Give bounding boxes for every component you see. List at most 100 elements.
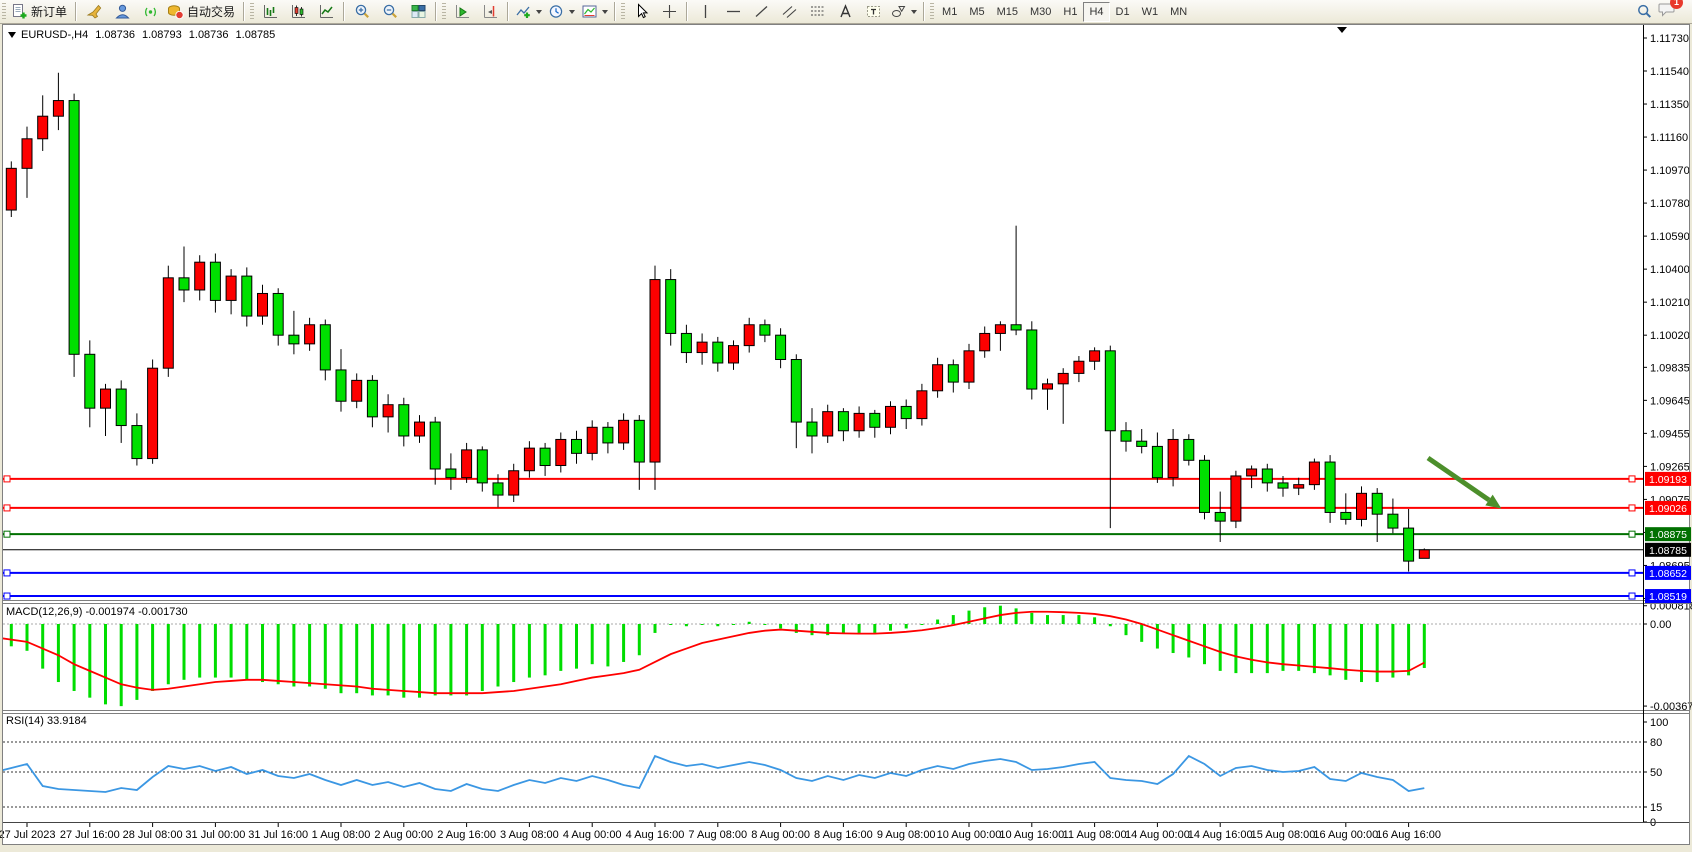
- svg-text:28 Jul 08:00: 28 Jul 08:00: [123, 829, 183, 841]
- svg-text:11 Aug 08:00: 11 Aug 08:00: [1063, 829, 1127, 841]
- timeframe-button-m5[interactable]: M5: [963, 2, 990, 22]
- svg-text:1.09835: 1.09835: [1650, 362, 1690, 374]
- bar-chart-button[interactable]: [256, 1, 284, 23]
- toolbar-separator: [507, 2, 509, 21]
- text-label-tool-button[interactable]: [859, 1, 887, 23]
- timeframe-button-m1[interactable]: M1: [936, 2, 963, 22]
- auto-scroll-button[interactable]: [448, 1, 476, 23]
- svg-text:1.11350: 1.11350: [1650, 99, 1689, 111]
- line-chart-button[interactable]: [312, 1, 340, 23]
- dropdown-arrow-icon: [911, 10, 917, 14]
- svg-text:3 Aug 08:00: 3 Aug 08:00: [500, 829, 559, 841]
- new-order-button[interactable]: 新订单: [8, 1, 72, 23]
- candlestick-chart-icon: [290, 3, 307, 20]
- person-icon: [114, 3, 131, 20]
- channel-tool-button[interactable]: [775, 1, 803, 23]
- svg-text:14 Aug 16:00: 14 Aug 16:00: [1188, 829, 1253, 841]
- svg-text:2 Aug 16:00: 2 Aug 16:00: [437, 829, 496, 841]
- profiles-button[interactable]: [108, 1, 136, 23]
- crosshair-tool-button[interactable]: [655, 1, 683, 23]
- vertical-line-tool-button[interactable]: [691, 1, 719, 23]
- zoom-in-button[interactable]: [348, 1, 376, 23]
- toolbar-separator: [435, 2, 437, 21]
- svg-text:15: 15: [1650, 802, 1662, 814]
- svg-text:1.10970: 1.10970: [1650, 165, 1690, 177]
- chart-shift-button[interactable]: [476, 1, 504, 23]
- toolbar-separator: [243, 2, 245, 21]
- search-button[interactable]: [1630, 1, 1658, 23]
- equidistant-channel-icon: [781, 3, 798, 20]
- timeframe-button-h1[interactable]: H1: [1057, 2, 1083, 22]
- svg-text:1.08875: 1.08875: [1649, 529, 1687, 541]
- dropdown-arrow-icon: [569, 10, 575, 14]
- vertical-line-icon: [697, 3, 714, 20]
- svg-text:1.09265: 1.09265: [1650, 461, 1690, 473]
- zoom-out-button[interactable]: [376, 1, 404, 23]
- svg-text:14 Aug 00:00: 14 Aug 00:00: [1125, 829, 1190, 841]
- svg-text:7 Aug 08:00: 7 Aug 08:00: [688, 829, 747, 841]
- templates-button[interactable]: [578, 1, 611, 23]
- timeframe-button-d1[interactable]: D1: [1110, 2, 1136, 22]
- svg-text:8 Aug 00:00: 8 Aug 00:00: [751, 829, 810, 841]
- timeframe-button-w1[interactable]: W1: [1136, 2, 1165, 22]
- cursor-tool-button[interactable]: [627, 1, 655, 23]
- auto-trading-button[interactable]: 自动交易: [164, 1, 240, 23]
- search-icon: [1636, 3, 1653, 20]
- svg-text:10 Aug 00:00: 10 Aug 00:00: [937, 829, 1002, 841]
- text-tool-icon: [837, 3, 854, 20]
- svg-text:15 Aug 08:00: 15 Aug 08:00: [1251, 829, 1316, 841]
- timeframe-button-h4[interactable]: H4: [1083, 2, 1109, 22]
- svg-text:1.11730: 1.11730: [1650, 33, 1689, 45]
- chart-expand-icon[interactable]: [8, 32, 16, 38]
- zoom-out-icon: [382, 3, 399, 20]
- text-tool-button[interactable]: [831, 1, 859, 23]
- svg-text:16 Aug 00:00: 16 Aug 00:00: [1313, 829, 1378, 841]
- chart-shift-icon: [482, 3, 499, 20]
- svg-text:1.10020: 1.10020: [1650, 330, 1690, 342]
- timeframe-bar: M1M5M15M30H1H4D1W1MN: [936, 2, 1193, 22]
- alerts-button[interactable]: [80, 1, 108, 23]
- svg-text:1.10780: 1.10780: [1650, 198, 1690, 210]
- svg-text:1.10590: 1.10590: [1650, 231, 1690, 243]
- timeframe-button-mn[interactable]: MN: [1164, 2, 1193, 22]
- indicators-button[interactable]: [512, 1, 545, 23]
- timeframe-button-m15[interactable]: M15: [991, 2, 1024, 22]
- auto-scroll-icon: [454, 3, 471, 20]
- horizontal-line-tool-button[interactable]: [719, 1, 747, 23]
- svg-text:27 Jul 16:00: 27 Jul 16:00: [60, 829, 120, 841]
- svg-text:1.11540: 1.11540: [1650, 66, 1689, 78]
- svg-text:1.10400: 1.10400: [1650, 264, 1690, 276]
- timeframe-button-m30[interactable]: M30: [1024, 2, 1057, 22]
- shapes-tool-button[interactable]: [887, 1, 920, 23]
- signals-button[interactable]: [136, 1, 164, 23]
- svg-text:31 Jul 16:00: 31 Jul 16:00: [248, 829, 308, 841]
- svg-text:1.08519: 1.08519: [1649, 591, 1687, 603]
- dropdown-arrow-icon: [602, 10, 608, 14]
- toolbar-separator: [75, 2, 77, 21]
- toolbar-grip: [442, 3, 446, 21]
- svg-text:1.11160: 1.11160: [1650, 132, 1688, 144]
- fibonacci-tool-button[interactable]: [803, 1, 831, 23]
- signal-icon: [142, 3, 159, 20]
- quote-open: 1.08736: [95, 29, 135, 41]
- main-toolbar: 新订单 自动交易: [0, 0, 1692, 24]
- chart-canvas[interactable]: 1.11730 1.11540 1.11350 1.11160 1.10970 1.107…: [0, 0, 1692, 852]
- periods-button[interactable]: [545, 1, 578, 23]
- quote-header: EURUSD-,H41.087361.087931.087361.08785: [8, 29, 275, 41]
- auto-trading-label: 自动交易: [187, 3, 237, 20]
- indicators-icon: [515, 3, 532, 20]
- template-icon: [581, 3, 598, 20]
- candlestick-chart-button[interactable]: [284, 1, 312, 23]
- quote-low: 1.08736: [189, 29, 229, 41]
- notifications-button[interactable]: 1: [1658, 0, 1678, 23]
- toolbar-separator: [343, 2, 345, 21]
- bar-chart-icon: [262, 3, 279, 20]
- tile-windows-button[interactable]: [404, 1, 432, 23]
- tile-windows-icon: [410, 3, 427, 20]
- quote-close: 1.08785: [236, 29, 276, 41]
- svg-text:4 Aug 16:00: 4 Aug 16:00: [626, 829, 685, 841]
- zoom-in-icon: [354, 3, 371, 20]
- trendline-tool-button[interactable]: [747, 1, 775, 23]
- svg-text:1.09193: 1.09193: [1649, 474, 1687, 486]
- svg-text:100: 100: [1650, 717, 1668, 729]
